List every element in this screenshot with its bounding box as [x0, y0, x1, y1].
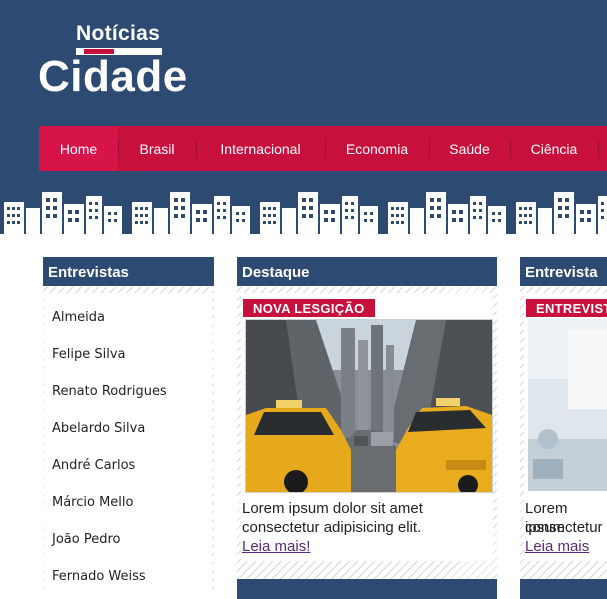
clinic-image	[528, 319, 607, 491]
interviews-column: Entrevistas Almeida Felipe Silva Renato …	[43, 257, 214, 590]
nav-item-brasil[interactable]: Brasil	[118, 126, 196, 171]
featured-photo[interactable]	[245, 319, 493, 493]
interview-read-more-link[interactable]: Leia mais	[525, 538, 589, 555]
featured-caption-line: consectetur adipisicing elit.	[242, 519, 422, 536]
nav-label: Ciência	[530, 140, 578, 157]
nav-item-economia[interactable]: Economia	[325, 126, 429, 171]
main-nav: Home Brasil Internacional Economia Saúde…	[39, 126, 607, 171]
featured-column: Destaque NOVA LESGIÇÃO Lorem ipsum dolor…	[237, 257, 497, 599]
featured-card: NOVA LESGIÇÃO Lorem ipsum dolor sit amet…	[241, 293, 493, 561]
interview-link[interactable]: Almeida	[52, 310, 105, 325]
taxi-street-image	[246, 320, 492, 492]
logo-main-text[interactable]: Cidade	[38, 52, 188, 102]
interview-link[interactable]: Fernado Weiss	[52, 569, 146, 584]
interview-link[interactable]: Márcio Mello	[52, 495, 133, 510]
featured-caption-line: Lorem ipsum dolor sit amet	[242, 500, 423, 517]
nav-label: Economia	[345, 140, 409, 157]
interview-photo[interactable]	[528, 319, 607, 491]
interviews-list: Almeida Felipe Silva Renato Rodrigues Ab…	[44, 293, 212, 590]
featured-next-heading	[237, 579, 497, 599]
featured-heading: Destaque	[237, 257, 497, 287]
interview-link[interactable]: João Pedro	[52, 532, 120, 547]
interview-column: Entrevista ENTREVISTA Lorem ipsum consec…	[520, 257, 607, 599]
nav-item-internacional[interactable]: Internacional	[196, 126, 325, 171]
nav-label: Saúde	[449, 140, 490, 157]
featured-tag: NOVA LESGIÇÃO	[243, 299, 375, 317]
nav-label: Brasil	[139, 140, 175, 157]
interview-link[interactable]: Renato Rodrigues	[52, 384, 167, 399]
interview-link[interactable]: Abelardo Silva	[52, 421, 145, 436]
city-skyline-graphic	[0, 192, 607, 240]
nav-label: Internacional	[220, 140, 301, 157]
nav-item-more[interactable]	[598, 126, 607, 171]
nav-item-home[interactable]: Home	[39, 126, 118, 171]
nav-item-saude[interactable]: Saúde	[429, 126, 510, 171]
interview-link[interactable]: André Carlos	[52, 458, 135, 473]
featured-read-more-link[interactable]: Leia mais!	[242, 538, 310, 555]
interview-caption-line: consectetur	[525, 519, 603, 536]
nav-label: Home	[59, 140, 98, 157]
interview-card: ENTREVISTA Lorem ipsum consectetur Leia …	[524, 293, 607, 561]
site-header: Notícias Cidade Home Brasil Internaciona…	[0, 0, 607, 240]
interview-tag: ENTREVISTA	[526, 299, 607, 317]
nav-item-ciencia[interactable]: Ciência	[510, 126, 598, 171]
logo-top-text: Notícias	[76, 22, 161, 45]
interview-next-heading	[520, 579, 607, 599]
interview-heading: Entrevista	[520, 257, 607, 287]
interviews-heading: Entrevistas	[43, 257, 214, 287]
interview-link[interactable]: Felipe Silva	[52, 347, 126, 362]
